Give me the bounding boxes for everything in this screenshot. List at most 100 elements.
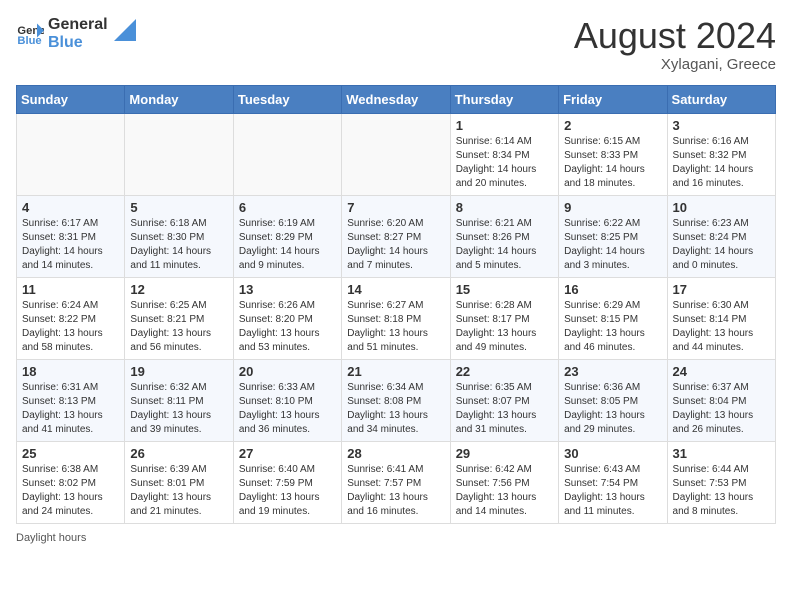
day-info: Sunrise: 6:30 AM Sunset: 8:14 PM Dayligh… — [673, 299, 770, 355]
day-number: 7 — [347, 200, 444, 215]
day-info: Sunrise: 6:23 AM Sunset: 8:24 PM Dayligh… — [673, 217, 770, 273]
day-info: Sunrise: 6:28 AM Sunset: 8:17 PM Dayligh… — [456, 299, 553, 355]
calendar-cell: 29Sunrise: 6:42 AM Sunset: 7:56 PM Dayli… — [450, 441, 558, 523]
day-number: 25 — [22, 446, 119, 461]
day-info: Sunrise: 6:38 AM Sunset: 8:02 PM Dayligh… — [22, 463, 119, 519]
calendar-cell: 26 Sunrise: 6:39 AM Sunset: 8:01 PM Dayli… — [125, 441, 233, 523]
location-subtitle: Xylagani, Greece — [574, 56, 776, 73]
calendar-week-row: 18 Sunrise: 6:31 AM Sunset: 8:13 PM Dayli… — [17, 359, 776, 441]
calendar-cell: 8Sunrise: 6:21 AM Sunset: 8:26 PM Daylig… — [450, 195, 558, 277]
calendar-cell: 28 Sunrise: 6:41 AM Sunset: 7:57 PM Dayli… — [342, 441, 450, 523]
calendar-cell: 19 Sunrise: 6:32 AM Sunset: 8:11 PM Dayli… — [125, 359, 233, 441]
day-info: Sunrise: 6:27 AM Sunset: 8:18 PM Dayligh… — [347, 299, 444, 355]
day-number: 21 — [347, 364, 444, 379]
col-header-friday: Friday — [559, 85, 667, 113]
day-number: 29 — [456, 446, 553, 461]
logo-triangle-icon — [114, 19, 136, 41]
day-number: 22 — [456, 364, 553, 379]
month-year-title: August 2024 — [574, 16, 776, 56]
calendar-cell: 17 Sunrise: 6:30 AM Sunset: 8:14 PM Dayli… — [667, 277, 775, 359]
day-info: Sunrise: 6:44 AM Sunset: 7:53 PM Dayligh… — [673, 463, 770, 519]
logo-blue-text: Blue — [48, 34, 108, 52]
day-number: 17 — [673, 282, 770, 297]
logo-icon: General Blue — [16, 20, 44, 48]
calendar-cell: 31Sunrise: 6:44 AM Sunset: 7:53 PM Dayli… — [667, 441, 775, 523]
calendar-table: SundayMondayTuesdayWednesdayThursdayFrid… — [16, 85, 776, 524]
col-header-tuesday: Tuesday — [233, 85, 341, 113]
day-info: Sunrise: 6:36 AM Sunset: 8:05 PM Dayligh… — [564, 381, 661, 437]
calendar-cell: 11 Sunrise: 6:24 AM Sunset: 8:22 PM Dayli… — [17, 277, 125, 359]
day-info: Sunrise: 6:14 AM Sunset: 8:34 PM Dayligh… — [456, 135, 553, 191]
calendar-cell: 27Sunrise: 6:40 AM Sunset: 7:59 PM Dayli… — [233, 441, 341, 523]
day-info: Sunrise: 6:41 AM Sunset: 7:57 PM Dayligh… — [347, 463, 444, 519]
calendar-cell: 5Sunrise: 6:18 AM Sunset: 8:30 PM Daylig… — [125, 195, 233, 277]
calendar-week-row: 1Sunrise: 6:14 AM Sunset: 8:34 PM Daylig… — [17, 113, 776, 195]
title-area: August 2024 Xylagani, Greece — [574, 16, 776, 73]
calendar-cell: 13Sunrise: 6:26 AM Sunset: 8:20 PM Dayli… — [233, 277, 341, 359]
calendar-cell — [17, 113, 125, 195]
col-header-saturday: Saturday — [667, 85, 775, 113]
day-info: Sunrise: 6:19 AM Sunset: 8:29 PM Dayligh… — [239, 217, 336, 273]
calendar-cell: 6Sunrise: 6:19 AM Sunset: 8:29 PM Daylig… — [233, 195, 341, 277]
day-number: 20 — [239, 364, 336, 379]
logo-general-text: General — [48, 16, 108, 34]
calendar-cell: 20 Sunrise: 6:33 AM Sunset: 8:10 PM Dayli… — [233, 359, 341, 441]
day-number: 19 — [130, 364, 227, 379]
calendar-cell: 16 Sunrise: 6:29 AM Sunset: 8:15 PM Dayli… — [559, 277, 667, 359]
day-number: 3 — [673, 118, 770, 133]
calendar-header-row: SundayMondayTuesdayWednesdayThursdayFrid… — [17, 85, 776, 113]
day-info: Sunrise: 6:31 AM Sunset: 8:13 PM Dayligh… — [22, 381, 119, 437]
calendar-cell: 3Sunrise: 6:16 AM Sunset: 8:32 PM Daylig… — [667, 113, 775, 195]
day-info: Sunrise: 6:35 AM Sunset: 8:07 PM Dayligh… — [456, 381, 553, 437]
day-info: Sunrise: 6:39 AM Sunset: 8:01 PM Dayligh… — [130, 463, 227, 519]
calendar-cell — [233, 113, 341, 195]
day-number: 2 — [564, 118, 661, 133]
day-number: 13 — [239, 282, 336, 297]
day-number: 28 — [347, 446, 444, 461]
day-info: Sunrise: 6:22 AM Sunset: 8:25 PM Dayligh… — [564, 217, 661, 273]
col-header-sunday: Sunday — [17, 85, 125, 113]
day-info: Sunrise: 6:34 AM Sunset: 8:08 PM Dayligh… — [347, 381, 444, 437]
day-number: 11 — [22, 282, 119, 297]
day-info: Sunrise: 6:15 AM Sunset: 8:33 PM Dayligh… — [564, 135, 661, 191]
footer: Daylight hours — [16, 532, 776, 544]
calendar-cell: 2 Sunrise: 6:15 AM Sunset: 8:33 PM Daylig… — [559, 113, 667, 195]
calendar-cell: 23Sunrise: 6:36 AM Sunset: 8:05 PM Dayli… — [559, 359, 667, 441]
calendar-cell: 1Sunrise: 6:14 AM Sunset: 8:34 PM Daylig… — [450, 113, 558, 195]
day-info: Sunrise: 6:20 AM Sunset: 8:27 PM Dayligh… — [347, 217, 444, 273]
day-number: 16 — [564, 282, 661, 297]
day-info: Sunrise: 6:25 AM Sunset: 8:21 PM Dayligh… — [130, 299, 227, 355]
day-number: 18 — [22, 364, 119, 379]
calendar-week-row: 11 Sunrise: 6:24 AM Sunset: 8:22 PM Dayli… — [17, 277, 776, 359]
calendar-cell: 24Sunrise: 6:37 AM Sunset: 8:04 PM Dayli… — [667, 359, 775, 441]
day-info: Sunrise: 6:33 AM Sunset: 8:10 PM Dayligh… — [239, 381, 336, 437]
calendar-cell: 10 Sunrise: 6:23 AM Sunset: 8:24 PM Dayli… — [667, 195, 775, 277]
calendar-cell: 30Sunrise: 6:43 AM Sunset: 7:54 PM Dayli… — [559, 441, 667, 523]
day-number: 9 — [564, 200, 661, 215]
calendar-cell — [125, 113, 233, 195]
day-info: Sunrise: 6:37 AM Sunset: 8:04 PM Dayligh… — [673, 381, 770, 437]
day-info: Sunrise: 6:17 AM Sunset: 8:31 PM Dayligh… — [22, 217, 119, 273]
daylight-label: Daylight hours — [16, 532, 86, 544]
day-info: Sunrise: 6:40 AM Sunset: 7:59 PM Dayligh… — [239, 463, 336, 519]
calendar-cell: 12 Sunrise: 6:25 AM Sunset: 8:21 PM Dayli… — [125, 277, 233, 359]
day-info: Sunrise: 6:32 AM Sunset: 8:11 PM Dayligh… — [130, 381, 227, 437]
calendar-week-row: 25 Sunrise: 6:38 AM Sunset: 8:02 PM Dayli… — [17, 441, 776, 523]
day-number: 10 — [673, 200, 770, 215]
day-number: 30 — [564, 446, 661, 461]
svg-text:Blue: Blue — [17, 34, 41, 46]
calendar-cell: 22 Sunrise: 6:35 AM Sunset: 8:07 PM Dayli… — [450, 359, 558, 441]
col-header-monday: Monday — [125, 85, 233, 113]
calendar-cell: 25 Sunrise: 6:38 AM Sunset: 8:02 PM Dayli… — [17, 441, 125, 523]
day-number: 4 — [22, 200, 119, 215]
day-info: Sunrise: 6:18 AM Sunset: 8:30 PM Dayligh… — [130, 217, 227, 273]
calendar-cell: 4 Sunrise: 6:17 AM Sunset: 8:31 PM Daylig… — [17, 195, 125, 277]
calendar-cell: 18 Sunrise: 6:31 AM Sunset: 8:13 PM Dayli… — [17, 359, 125, 441]
day-info: Sunrise: 6:29 AM Sunset: 8:15 PM Dayligh… — [564, 299, 661, 355]
calendar-week-row: 4 Sunrise: 6:17 AM Sunset: 8:31 PM Daylig… — [17, 195, 776, 277]
calendar-cell: 15Sunrise: 6:28 AM Sunset: 8:17 PM Dayli… — [450, 277, 558, 359]
day-number: 26 — [130, 446, 227, 461]
day-number: 12 — [130, 282, 227, 297]
col-header-wednesday: Wednesday — [342, 85, 450, 113]
day-info: Sunrise: 6:24 AM Sunset: 8:22 PM Dayligh… — [22, 299, 119, 355]
